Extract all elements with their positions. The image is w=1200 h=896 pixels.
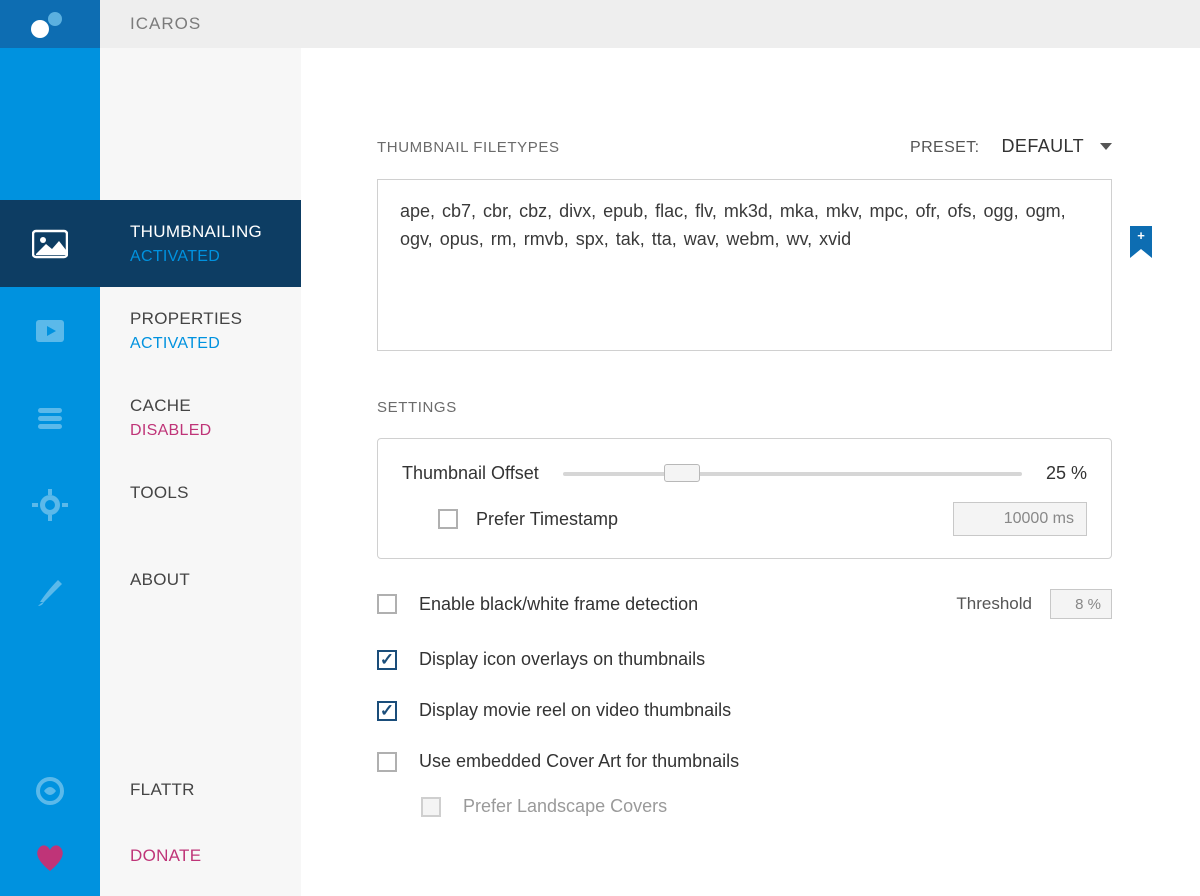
sidebar: THUMBNAILING ACTIVATED PROPERTIES ACTIVA… <box>100 48 301 896</box>
stack-icon <box>32 402 68 434</box>
option-row-movie-reel: Display movie reel on video thumbnails <box>377 700 1112 721</box>
rail-properties[interactable] <box>0 287 100 374</box>
offset-label: Thumbnail Offset <box>402 463 539 484</box>
content-panel: THUMBNAIL FILETYPES PRESET: DEFAULT ape,… <box>301 48 1200 896</box>
offset-slider[interactable] <box>563 472 1022 476</box>
option-checkbox[interactable] <box>377 701 397 721</box>
preset-dropdown[interactable]: DEFAULT <box>1002 136 1112 157</box>
bookmark-add-button[interactable]: + <box>1130 226 1152 258</box>
brush-icon <box>32 576 68 608</box>
chevron-down-icon <box>1100 143 1112 150</box>
prefer-timestamp-checkbox[interactable] <box>438 509 458 529</box>
preset-label: PRESET: <box>910 139 980 157</box>
sidebar-item-label: FLATTR <box>130 780 301 800</box>
option-row-bw-detect: Enable black/white frame detection Thres… <box>377 589 1112 619</box>
rail-thumbnailing[interactable] <box>0 200 100 287</box>
option-label: Prefer Landscape Covers <box>463 796 667 817</box>
rail-tools[interactable] <box>0 461 100 548</box>
option-label: Display movie reel on video thumbnails <box>419 700 731 721</box>
rail-cache[interactable] <box>0 374 100 461</box>
sidebar-item-label: DONATE <box>130 846 301 866</box>
prefer-timestamp-label: Prefer Timestamp <box>476 509 618 530</box>
sidebar-item-label: TOOLS <box>130 483 301 503</box>
option-row-icon-overlays: Display icon overlays on thumbnails <box>377 649 1112 670</box>
app-logo <box>0 0 100 48</box>
option-checkbox[interactable] <box>377 650 397 670</box>
option-row-cover-art: Use embedded Cover Art for thumbnails <box>377 751 1112 772</box>
logo-icon <box>28 9 72 39</box>
timestamp-input[interactable] <box>953 502 1087 536</box>
threshold-input[interactable] <box>1050 589 1112 619</box>
heart-icon <box>32 841 68 873</box>
offset-value: 25 % <box>1046 463 1087 484</box>
sidebar-item-donate[interactable]: DONATE <box>100 824 301 890</box>
image-icon <box>32 228 68 260</box>
option-row-landscape-covers: Prefer Landscape Covers <box>377 796 1112 817</box>
option-label: Display icon overlays on thumbnails <box>419 649 705 670</box>
sidebar-item-flattr[interactable]: FLATTR <box>100 758 301 824</box>
offset-panel: Thumbnail Offset 25 % Prefer Timestamp <box>377 438 1112 559</box>
sidebar-item-status: ACTIVATED <box>130 248 301 266</box>
option-checkbox <box>421 797 441 817</box>
option-checkbox[interactable] <box>377 594 397 614</box>
app-title: ICAROS <box>130 14 201 34</box>
sidebar-item-thumbnailing[interactable]: THUMBNAILING ACTIVATED <box>100 200 301 287</box>
option-label: Enable black/white frame detection <box>419 594 698 615</box>
app-header: ICAROS <box>0 0 1200 48</box>
option-label: Use embedded Cover Art for thumbnails <box>419 751 739 772</box>
rail-about[interactable] <box>0 548 100 635</box>
icon-rail <box>0 48 100 896</box>
rail-flattr[interactable] <box>0 758 100 824</box>
sidebar-item-label: THUMBNAILING <box>130 222 301 242</box>
leaf-icon <box>32 775 68 807</box>
sidebar-item-label: PROPERTIES <box>130 309 301 329</box>
sidebar-item-status: ACTIVATED <box>130 335 301 353</box>
sidebar-item-label: CACHE <box>130 396 301 416</box>
option-checkbox[interactable] <box>377 752 397 772</box>
play-icon <box>32 315 68 347</box>
sidebar-item-properties[interactable]: PROPERTIES ACTIVATED <box>100 287 301 374</box>
filetypes-heading: THUMBNAIL FILETYPES <box>377 139 560 156</box>
sidebar-item-status: DISABLED <box>130 422 301 440</box>
settings-heading: SETTINGS <box>377 399 1112 416</box>
preset-value-text: DEFAULT <box>1002 136 1084 157</box>
sidebar-item-tools[interactable]: TOOLS <box>100 461 301 548</box>
offset-slider-thumb[interactable] <box>664 464 700 482</box>
sidebar-item-about[interactable]: ABOUT <box>100 548 301 635</box>
sidebar-item-cache[interactable]: CACHE DISABLED <box>100 374 301 461</box>
filetypes-textbox[interactable]: ape, cb7, cbr, cbz, divx, epub, flac, fl… <box>377 179 1112 351</box>
gear-icon <box>32 489 68 521</box>
threshold-label: Threshold <box>956 594 1032 614</box>
sidebar-item-label: ABOUT <box>130 570 301 590</box>
rail-donate[interactable] <box>0 824 100 890</box>
